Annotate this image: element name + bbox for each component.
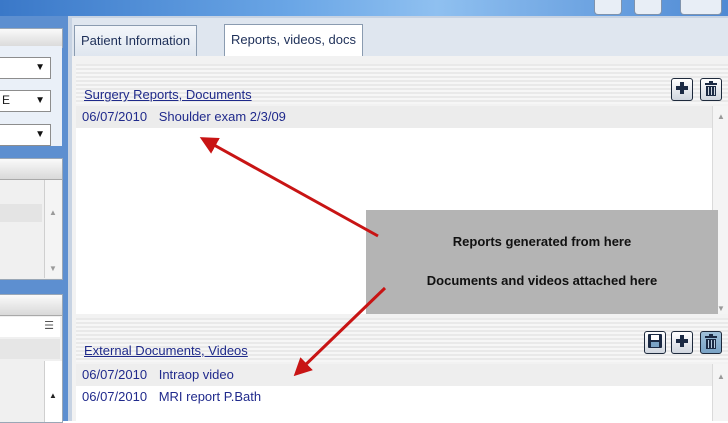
window-button[interactable]: [634, 0, 662, 15]
left-scrollbar[interactable]: ▲ ▼: [44, 180, 62, 278]
item-name: MRI report P.Bath: [158, 389, 262, 404]
chevron-down-icon: ▼: [35, 62, 45, 73]
annotation-callout: Reports generated from here Documents an…: [366, 210, 718, 314]
plus-icon: [676, 335, 688, 347]
scroll-up-icon[interactable]: ▲: [717, 372, 725, 381]
chevron-down-icon: ▼: [35, 95, 45, 106]
delete-button[interactable]: [700, 78, 722, 101]
chevron-down-icon: ▼: [35, 129, 45, 140]
dropdown-3[interactable]: ▼: [0, 124, 51, 146]
dropdown-2[interactable]: E ▼: [0, 90, 51, 112]
dropdown-value: E: [2, 93, 11, 107]
scroll-up-icon[interactable]: ▲: [717, 112, 725, 121]
list-item[interactable]: 06/07/2010 Intraop video: [76, 364, 712, 386]
left-list-box-2: ☰ ▲: [0, 294, 63, 423]
list-icon[interactable]: ☰: [44, 319, 54, 332]
plus-icon: [676, 82, 688, 94]
save-button[interactable]: [644, 331, 666, 354]
add-button[interactable]: [671, 78, 693, 101]
scroll-up-icon[interactable]: ▲: [49, 208, 57, 217]
external-list: 06/07/2010 Intraop video 06/07/2010 MRI …: [76, 364, 712, 421]
left-list-box: ▲ ▼: [0, 158, 63, 280]
add-button[interactable]: [671, 331, 693, 354]
left-filter-row[interactable]: ☰: [0, 317, 60, 337]
item-date: 06/07/2010: [82, 109, 148, 124]
item-name: Shoulder exam 2/3/09: [158, 109, 286, 124]
item-name: Intraop video: [158, 367, 234, 382]
left-scrollbar-2[interactable]: ▲: [44, 361, 62, 422]
list-item[interactable]: 06/07/2010 MRI report P.Bath: [76, 386, 712, 408]
trash-icon: [705, 334, 717, 349]
left-list-header: [0, 295, 62, 316]
left-panel-header: [0, 28, 63, 48]
dropdown-1[interactable]: ▼: [0, 57, 51, 79]
callout-line-1: Reports generated from here: [452, 234, 632, 249]
scroll-up-icon[interactable]: ▲: [49, 391, 57, 400]
callout-line-2: Documents and videos attached here: [426, 273, 658, 288]
window-button[interactable]: [680, 0, 722, 15]
scroll-down-icon[interactable]: ▼: [717, 304, 725, 313]
scroll-down-icon[interactable]: ▼: [49, 264, 57, 273]
left-list-row: [0, 339, 60, 359]
save-icon: [648, 334, 662, 348]
external-scrollbar[interactable]: ▲: [712, 364, 728, 421]
tab-patient-information[interactable]: Patient Information: [74, 25, 198, 56]
surgery-section-title[interactable]: Surgery Reports, Documents: [84, 87, 252, 102]
delete-button[interactable]: [700, 331, 722, 354]
left-list-header: [0, 159, 62, 180]
item-date: 06/07/2010: [82, 389, 148, 404]
list-item[interactable]: 06/07/2010 Shoulder exam 2/3/09: [76, 106, 712, 128]
trash-icon: [705, 81, 717, 96]
left-list-row[interactable]: [0, 204, 42, 222]
item-date: 06/07/2010: [82, 367, 148, 382]
external-section-title[interactable]: External Documents, Videos: [84, 343, 248, 358]
tab-reports-videos-docs[interactable]: Reports, videos, docs: [224, 24, 364, 56]
window-button[interactable]: [594, 0, 622, 15]
